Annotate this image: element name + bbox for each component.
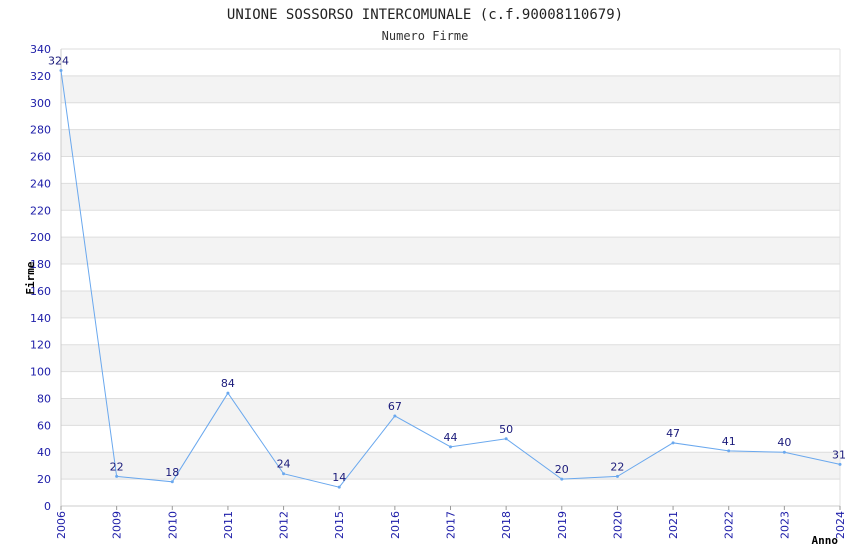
data-label: 31 (832, 448, 846, 461)
data-point (170, 480, 174, 484)
data-label: 24 (277, 458, 291, 471)
y-tick-label: 60 (37, 419, 51, 432)
y-tick-label: 120 (30, 339, 51, 352)
x-tick-label: 2010 (166, 511, 179, 539)
x-tick-label: 2017 (445, 511, 458, 539)
x-tick-label: 2006 (55, 511, 68, 539)
x-tick-label: 2016 (389, 511, 402, 539)
data-label: 84 (221, 377, 235, 390)
data-point (226, 391, 230, 395)
grid-band (61, 237, 840, 265)
y-tick-label: 280 (30, 124, 51, 137)
y-tick-label: 80 (37, 392, 51, 405)
data-label: 67 (388, 400, 402, 413)
data-label: 18 (165, 466, 179, 479)
data-point (449, 445, 452, 449)
line-chart: UNIONE SOSSORSO INTERCOMUNALE (c.f.90008… (24, 7, 847, 547)
y-axis-label: Firme (24, 261, 37, 294)
y-tick-label: 260 (30, 151, 51, 164)
data-label: 22 (610, 460, 624, 473)
data-label: 41 (722, 435, 736, 448)
x-tick-label: 2012 (278, 511, 291, 539)
y-tick-label: 300 (30, 97, 51, 110)
x-axis-label: Anno (812, 534, 839, 547)
data-label: 50 (499, 423, 513, 436)
grid-band (61, 129, 840, 157)
data-point (59, 69, 63, 73)
data-label: 40 (777, 436, 791, 449)
x-tick-label: 2020 (611, 511, 624, 539)
x-tick-label: 2023 (778, 511, 791, 539)
y-tick-label: 140 (30, 312, 51, 325)
grid-band (61, 344, 840, 372)
data-point (615, 474, 619, 478)
data-point (504, 437, 508, 441)
y-tick-label: 220 (30, 204, 51, 217)
x-tick-label: 2019 (556, 511, 569, 539)
data-point (560, 477, 564, 481)
x-tick-label: 2022 (723, 511, 736, 539)
data-point (115, 474, 119, 478)
data-point (671, 441, 675, 445)
y-tick-label: 100 (30, 366, 51, 379)
x-tick-label: 2011 (222, 511, 235, 539)
chart-title: UNIONE SOSSORSO INTERCOMUNALE (c.f.90008… (227, 7, 623, 23)
data-label: 20 (555, 463, 569, 476)
data-label: 324 (48, 55, 69, 68)
x-tick-label: 2021 (667, 511, 680, 539)
data-label: 14 (332, 471, 346, 484)
data-point (782, 450, 786, 454)
data-point (727, 449, 731, 453)
data-point (337, 485, 341, 489)
x-tick-label: 2009 (111, 511, 124, 539)
y-tick-label: 200 (30, 231, 51, 244)
data-point (393, 414, 397, 418)
data-point (838, 462, 842, 466)
data-label: 22 (110, 460, 124, 473)
data-label: 47 (666, 427, 680, 440)
y-tick-label: 20 (37, 473, 51, 486)
y-tick-label: 0 (44, 500, 51, 513)
data-point (282, 472, 286, 476)
x-tick-label: 2018 (500, 511, 513, 539)
background-bands (61, 75, 840, 480)
grid-band (61, 398, 840, 426)
y-tick-label: 40 (37, 446, 51, 459)
x-axis-ticks: 2006 2009 2010 2011 2012 2015 2016 2017 2018 2019… (55, 506, 847, 539)
x-tick-label: 2015 (333, 511, 346, 539)
y-tick-label: 320 (30, 70, 51, 83)
y-tick-label: 240 (30, 177, 51, 190)
grid-band (61, 290, 840, 318)
data-label: 44 (444, 431, 458, 444)
grid-band (61, 75, 840, 103)
chart-subtitle: Numero Firme (382, 29, 469, 43)
grid-band (61, 183, 840, 211)
